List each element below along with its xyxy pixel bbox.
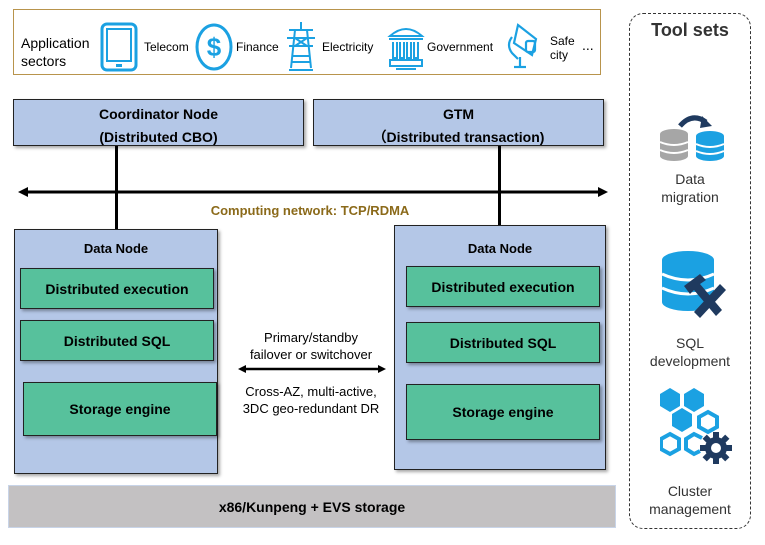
sector-label-finance: Finance <box>236 40 279 54</box>
cluster-management-icon <box>660 388 732 464</box>
coordinator-node-title: Coordinator Node <box>99 106 218 122</box>
sector-label-telecom: Telecom <box>144 40 189 54</box>
svg-text:$: $ <box>207 32 222 62</box>
coordinator-node-subtitle: (Distributed CBO) <box>99 129 218 145</box>
replication-arrow <box>238 365 386 373</box>
gtm-box: GTM （Distributed transaction) <box>313 99 604 146</box>
security-camera-icon <box>507 23 538 69</box>
replication-bottom-text: Cross-AZ, multi-active, 3DC geo-redundan… <box>226 383 396 417</box>
tool-sql-development-line2: development <box>649 353 731 369</box>
network-bus-arrow <box>18 187 608 197</box>
tool-sets-title: Tool sets <box>651 20 729 40</box>
data-node-2-layer-sql: Distributed SQL <box>406 322 600 363</box>
tablet-icon <box>100 22 138 72</box>
application-sectors-bar: Application sectors Telecom $ Finance El… <box>13 9 601 75</box>
data-node-1-layer-execution: Distributed execution <box>20 268 214 309</box>
power-tower-icon <box>287 22 315 71</box>
coordinator-node-box: Coordinator Node (Distributed CBO) <box>13 99 304 146</box>
infrastructure-base-bar: x86/Kunpeng + EVS storage <box>8 485 616 528</box>
more-sectors-ellipsis: ... <box>582 37 594 53</box>
data-node-2-layer-storage: Storage engine <box>406 384 600 440</box>
replication-bottom-line1: Cross-AZ, multi-active, <box>245 384 377 399</box>
data-node-1-title: Data Node <box>83 241 149 256</box>
tool-data-migration-label: Data migration <box>630 170 750 206</box>
sector-label-government: Government <box>427 40 494 54</box>
network-label: Computing network: TCP/RDMA <box>210 203 410 218</box>
replication-top-line2: failover or switchover <box>249 347 373 362</box>
data-node-1-layer-storage: Storage engine <box>23 382 217 436</box>
sectors-label: Application sectors <box>21 35 90 69</box>
data-migration-icon <box>659 115 725 161</box>
data-node-2-layer-execution: Distributed execution <box>406 266 600 307</box>
replication-top-line1: Primary/standby <box>264 330 358 345</box>
dollar-icon: $ <box>195 23 233 71</box>
sector-label-safe-city: Safe city <box>550 34 575 62</box>
tool-cluster-management-line1: Cluster <box>667 483 713 499</box>
data-node-2-title: Data Node <box>467 241 533 256</box>
gtm-title: GTM <box>442 106 475 122</box>
sector-label-electricity: Electricity <box>322 40 374 54</box>
data-node-1-layer-sql: Distributed SQL <box>20 320 214 361</box>
tool-data-migration-line2: migration <box>661 189 719 205</box>
tool-data-migration-line1: Data <box>675 171 705 187</box>
data-node-1: Data Node Distributed execution Distribu… <box>14 229 218 474</box>
gtm-subtitle: （Distributed transaction) <box>372 129 545 145</box>
sql-development-icon <box>661 251 726 318</box>
tool-cluster-management-label: Cluster management <box>630 482 750 518</box>
replication-top-text: Primary/standby failover or switchover <box>226 329 396 363</box>
tool-sql-development-label: SQL development <box>630 334 750 370</box>
government-building-icon <box>387 28 425 70</box>
tool-cluster-management-line2: management <box>649 501 731 517</box>
tool-sets-panel: Tool sets Data migration SQL development… <box>629 13 751 529</box>
data-node-2: Data Node Distributed execution Distribu… <box>394 225 606 470</box>
tool-sql-development-line1: SQL <box>675 335 704 351</box>
replication-bottom-line2: 3DC geo-redundant DR <box>242 401 380 416</box>
